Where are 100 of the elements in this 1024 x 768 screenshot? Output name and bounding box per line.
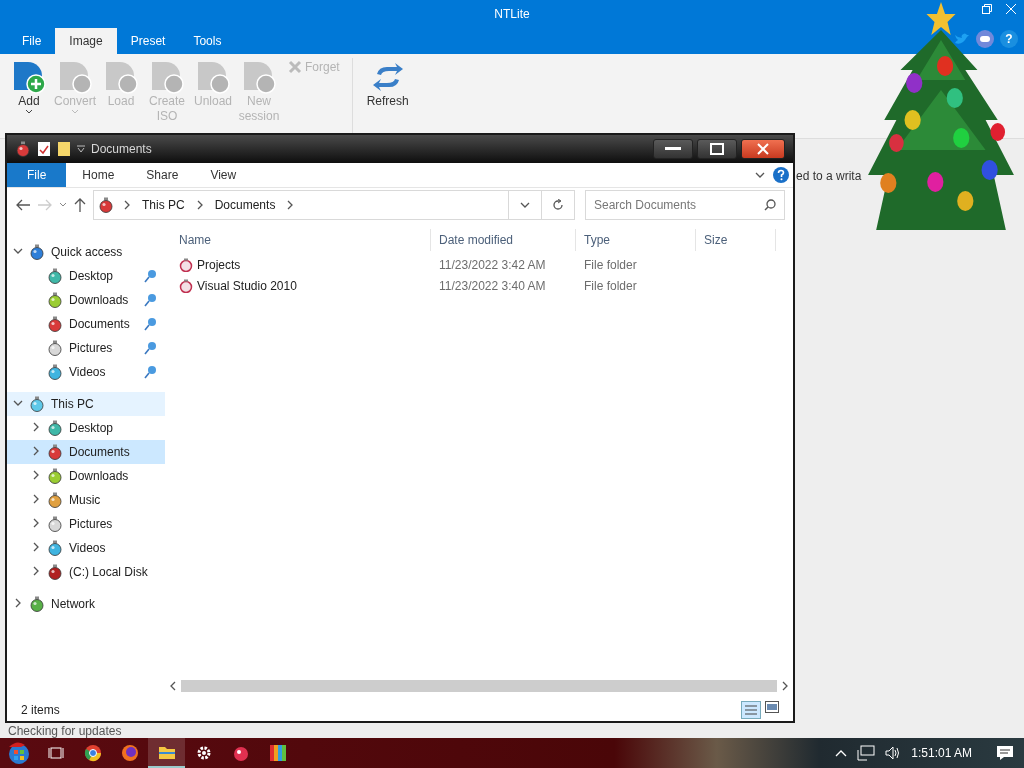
gear-icon <box>195 745 212 761</box>
help-icon[interactable] <box>773 167 789 183</box>
chevron-icon[interactable] <box>31 566 41 576</box>
ornament-icon <box>15 141 31 157</box>
thumbnail-view-icon[interactable] <box>765 701 779 713</box>
pin-icon[interactable] <box>143 365 157 379</box>
window-title: Documents <box>91 142 152 156</box>
chevron-icon[interactable] <box>31 422 41 432</box>
nav-item[interactable]: Quick access <box>7 240 165 264</box>
chevron-icon[interactable] <box>31 494 41 504</box>
folder-icon[interactable] <box>57 141 71 157</box>
scroll-right-icon[interactable] <box>781 681 789 691</box>
ribbon-tab[interactable]: Tools <box>179 28 236 54</box>
column-header[interactable]: Date modified <box>431 229 576 251</box>
nav-item[interactable]: Documents <box>7 312 165 336</box>
status-text: Checking for updates <box>8 724 122 738</box>
search-field[interactable]: Search Documents <box>585 190 785 220</box>
nav-item[interactable]: Music <box>7 488 165 512</box>
refresh-icon[interactable] <box>552 199 564 211</box>
ornament-icon <box>98 197 114 213</box>
image-icon <box>58 60 92 94</box>
nav-item[interactable]: (C:) Local Disk <box>7 560 165 584</box>
folder-icon <box>179 257 193 272</box>
chat-icon[interactable] <box>976 30 994 48</box>
close-icon <box>757 143 769 155</box>
back-icon[interactable] <box>15 198 31 212</box>
ribbon-button[interactable]: Refresh <box>360 58 415 134</box>
nav-item[interactable]: Downloads <box>7 464 165 488</box>
image-icon <box>150 60 184 94</box>
chevron-icon[interactable] <box>13 246 23 256</box>
folder-icon <box>157 744 176 760</box>
type-cell-text: File folder <box>583 257 638 272</box>
ribbon-tab[interactable]: Home <box>66 163 131 187</box>
ribbon-tab[interactable]: Share <box>130 163 195 187</box>
chevron-icon[interactable] <box>31 470 41 480</box>
chevron-up-icon[interactable] <box>835 749 848 757</box>
notification-icon[interactable] <box>996 745 1014 761</box>
taskbar-app[interactable] <box>148 738 185 768</box>
ribbon-tab[interactable]: Image <box>55 28 117 54</box>
date-cell-text: 11/23/2022 3:42 AM <box>438 257 547 272</box>
ribbon-tab[interactable]: View <box>194 163 253 187</box>
date-cell-text: 11/23/2022 3:40 AM <box>438 278 547 293</box>
image-icon <box>12 60 46 94</box>
nav-item[interactable]: Downloads <box>7 288 165 312</box>
clock[interactable]: 1:51:01 AM <box>911 746 972 760</box>
recent-icon[interactable] <box>59 202 67 208</box>
up-icon[interactable] <box>73 197 87 213</box>
chevron-icon[interactable] <box>31 446 41 456</box>
search-icon <box>764 199 776 211</box>
minimize-button[interactable] <box>653 139 693 159</box>
nav-item[interactable]: Desktop <box>7 264 165 288</box>
column-header[interactable]: Type <box>576 229 696 251</box>
ribbon-tab[interactable]: File <box>8 28 56 54</box>
ribbon-button[interactable]: Add <box>8 58 50 134</box>
close-icon[interactable] <box>1006 4 1016 14</box>
nav-item[interactable]: This PC <box>7 392 165 416</box>
pin-icon[interactable] <box>143 317 157 331</box>
chevron-icon[interactable] <box>122 200 132 210</box>
item-count: 2 items <box>21 703 60 717</box>
chevron-icon[interactable] <box>755 170 765 180</box>
file-name-cell[interactable]: Projects <box>171 257 431 272</box>
column-header[interactable]: Size <box>696 229 776 251</box>
browser-icon <box>83 744 102 762</box>
scroll-left-icon[interactable] <box>169 681 177 691</box>
pin-icon[interactable] <box>143 269 157 283</box>
volume-icon[interactable] <box>885 746 902 760</box>
chevron-icon[interactable] <box>13 598 23 608</box>
nav-item[interactable]: Pictures <box>7 512 165 536</box>
nav-item[interactable]: Videos <box>7 360 165 384</box>
image-icon <box>196 60 230 94</box>
caret-icon[interactable] <box>77 145 85 153</box>
nav-item[interactable]: Videos <box>7 536 165 560</box>
pin-icon[interactable] <box>143 341 157 355</box>
nav-item[interactable]: Pictures <box>7 336 165 360</box>
ribbon-tab[interactable]: Preset <box>116 28 180 54</box>
start-icon <box>6 741 31 765</box>
maximize-icon <box>710 143 724 155</box>
column-header[interactable]: Name <box>171 229 431 251</box>
pin-icon[interactable] <box>143 293 157 307</box>
image-icon <box>104 60 138 94</box>
properties-icon[interactable] <box>37 141 51 157</box>
maximize-button[interactable] <box>697 139 737 159</box>
close-button[interactable] <box>741 139 785 159</box>
horizontal-scrollbar[interactable] <box>169 679 789 693</box>
nav-item[interactable]: Desktop <box>7 416 165 440</box>
restore-icon[interactable] <box>982 4 992 14</box>
close-icon <box>288 60 302 74</box>
file-name-cell[interactable]: Visual Studio 2010 <box>171 278 431 293</box>
chevron-icon[interactable] <box>31 542 41 552</box>
chevron-icon[interactable] <box>13 398 23 408</box>
chevron-icon[interactable] <box>520 200 530 210</box>
nav-item[interactable]: Network <box>7 592 165 616</box>
ornament-icon <box>231 744 250 762</box>
window-title: NTLite <box>494 7 530 21</box>
network-icon[interactable] <box>857 745 876 761</box>
nav-item[interactable]: Documents <box>7 440 165 464</box>
ribbon-tab[interactable]: File <box>7 163 67 187</box>
address-bar[interactable]: This PC Documents <box>93 190 575 220</box>
browser-icon <box>120 744 139 762</box>
chevron-icon[interactable] <box>31 518 41 528</box>
